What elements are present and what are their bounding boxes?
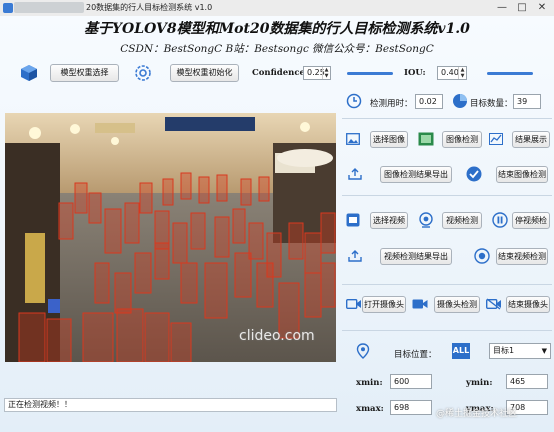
open-camera-button[interactable]: 打开摄像头 [362, 296, 406, 313]
stop-image-button[interactable]: 结束图像检测 [496, 166, 548, 183]
select-video-button[interactable]: 选择视频 [370, 212, 408, 229]
detection-frame [5, 113, 336, 362]
video-display: clideo.com [5, 113, 336, 362]
cube-icon [21, 65, 37, 81]
window-title: 20数据集的行人目标检测系统 v1.0 [86, 3, 213, 12]
show-result-button[interactable]: 结果展示 [512, 131, 550, 148]
spin-arrows-icon[interactable]: ▲ ▼ [322, 67, 330, 79]
status-bar: 正在检测视频！！ [4, 398, 337, 412]
stop-circle-icon [474, 248, 490, 264]
export-icon [348, 168, 362, 180]
close-camera-button[interactable]: 结束摄像头 [506, 296, 550, 313]
confidence-slider[interactable] [347, 72, 393, 75]
iou-spinbox[interactable]: 0.40 ▲ ▼ [437, 66, 467, 80]
xmax-label: xmax: [356, 404, 384, 414]
time-label: 检测用时： [370, 99, 413, 109]
iou-slider[interactable] [487, 72, 533, 75]
clideo-watermark: clideo.com [239, 328, 315, 344]
xmin-label: xmin: [356, 378, 383, 388]
webcam-icon [419, 212, 433, 228]
minimize-button[interactable]: — [492, 1, 512, 15]
target-select[interactable]: 目标1 ▼ [489, 343, 551, 359]
page-subtitle: CSDN：BestSongC B站：Bestsongc 微信公众号：BestSo… [120, 43, 434, 55]
export-video-button[interactable]: 视频检测结果导出 [380, 248, 452, 265]
line-chart-icon [489, 133, 503, 145]
video-camera-icon [412, 299, 428, 309]
xmin-field: 600 [390, 374, 432, 389]
camera-detect-button[interactable]: 摄像头检测 [434, 296, 480, 313]
close-button[interactable]: ✕ [532, 1, 552, 15]
location-pin-icon [356, 343, 370, 359]
pause-icon [492, 212, 508, 228]
ymin-label: ymin: [466, 378, 493, 388]
check-circle-icon [466, 166, 482, 182]
pie-chart-icon [453, 94, 467, 108]
divider [342, 118, 552, 119]
app-icon [3, 3, 13, 13]
divider [342, 330, 552, 331]
maximize-button[interactable]: □ [512, 1, 532, 15]
time-value-field: 0.02 [415, 94, 443, 109]
select-image-button[interactable]: 选择图像 [370, 131, 408, 148]
spin-arrows-icon[interactable]: ▲ ▼ [458, 67, 466, 79]
target-select-value: 目标1 [493, 346, 515, 355]
video-file-icon [346, 213, 360, 227]
blurred-app-name [14, 2, 84, 13]
gear-icon [135, 65, 151, 81]
community-watermark: @稀土掘金技术社区 [436, 409, 518, 419]
ymin-field: 465 [506, 374, 548, 389]
page-title: 基于YOLOV8模型和Mot20数据集的行人目标检测系统v1.0 [84, 21, 470, 37]
detect-image-button[interactable]: 图像检测 [442, 131, 482, 148]
divider [342, 284, 552, 285]
target-position-label: 目标位置： [394, 350, 437, 360]
init-weights-button[interactable]: 模型权重初始化 [170, 64, 239, 82]
iou-value: 0.40 [441, 68, 459, 77]
title-bar: 20数据集的行人目标检测系统 v1.0 — □ ✕ [0, 0, 554, 17]
camera-icon [346, 299, 361, 309]
image-detect-icon [418, 132, 434, 146]
export-icon [348, 250, 362, 262]
stop-video-button[interactable]: 结束视频检测 [496, 248, 548, 265]
chevron-down-icon[interactable]: ▼ [542, 344, 547, 358]
count-label: 目标数量： [470, 99, 513, 109]
select-weights-button[interactable]: 模型权重选择 [50, 64, 119, 82]
confidence-spinbox[interactable]: 0.25 ▲ ▼ [303, 66, 331, 80]
pause-video-button[interactable]: 停视频检 [512, 212, 550, 229]
xmax-field: 698 [390, 400, 432, 415]
camera-off-icon [486, 298, 501, 310]
count-value-field: 39 [513, 94, 541, 109]
image-icon [346, 133, 360, 145]
export-image-button[interactable]: 图像检测结果导出 [380, 166, 452, 183]
iou-label: IOU: [404, 68, 426, 78]
confidence-label: Confidence: [252, 68, 309, 78]
all-icon: ALL [452, 343, 470, 359]
detect-video-button[interactable]: 视频检测 [442, 212, 482, 229]
clock-icon [346, 93, 362, 109]
divider [342, 195, 552, 196]
